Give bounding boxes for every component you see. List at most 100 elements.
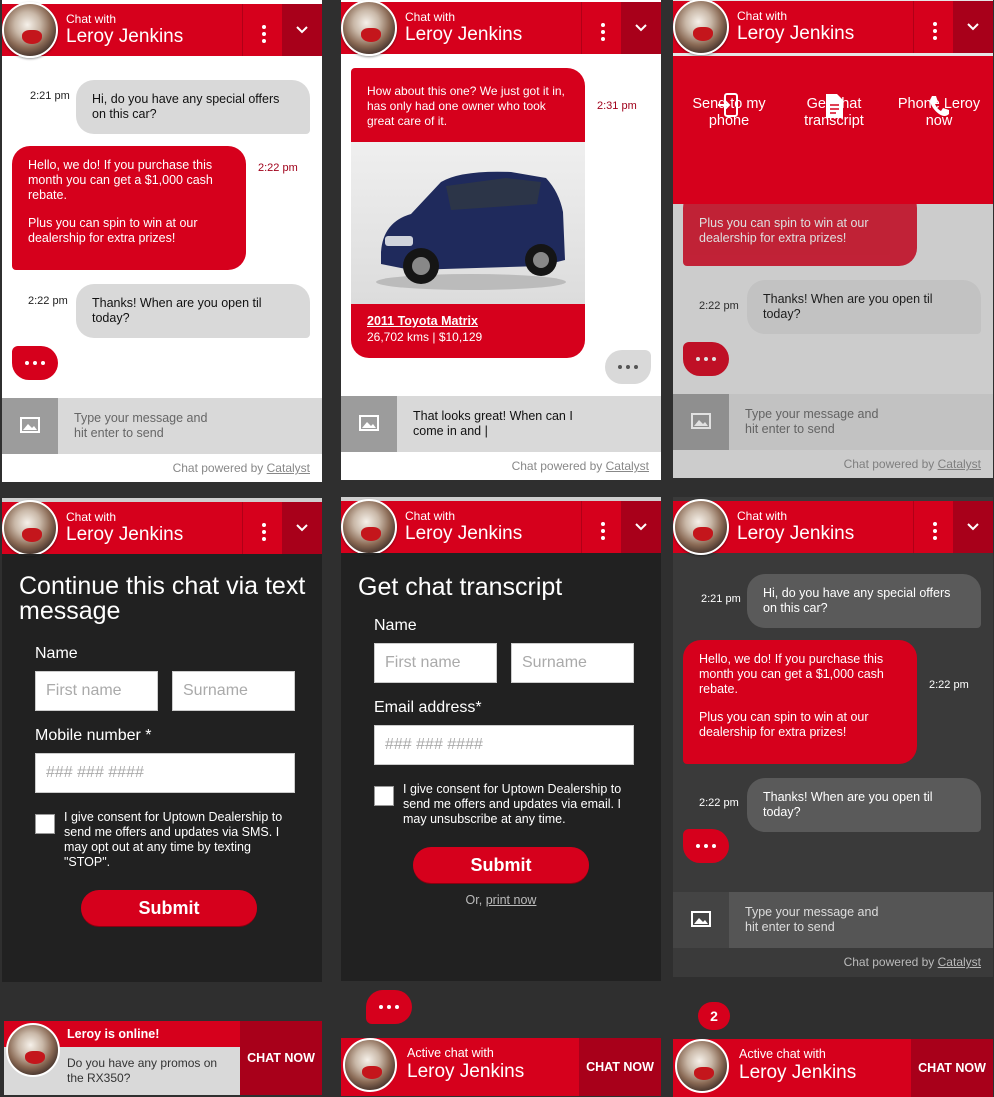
agent-name: Leroy Jenkins xyxy=(405,523,523,544)
agent-name: Leroy Jenkins xyxy=(737,523,855,544)
chat-header: Chat with Leroy Jenkins xyxy=(341,0,661,56)
input-placeholder: Type your message and hit enter to send xyxy=(745,905,879,934)
online-message: Do you have any promos on the RX350? xyxy=(67,1056,218,1085)
avatar xyxy=(341,0,397,56)
powered-by: Chat powered by Catalyst xyxy=(843,955,981,969)
avatar xyxy=(673,499,729,555)
minimize-button[interactable] xyxy=(953,501,993,553)
mobile-input[interactable]: ### ### #### xyxy=(35,753,295,793)
agent-name: Leroy Jenkins xyxy=(405,24,523,45)
minimize-button[interactable] xyxy=(621,501,661,553)
transcript-form-panel: Chat with Leroy Jenkins Get chat transcr… xyxy=(341,497,661,981)
powered-by: Chat powered by Catalyst xyxy=(511,459,649,473)
document-icon xyxy=(826,94,843,118)
message-time: 2:22 pm xyxy=(28,295,68,307)
catalyst-link[interactable]: Catalyst xyxy=(267,461,310,475)
chat-with-label: Chat with xyxy=(737,509,788,523)
attach-image-button[interactable] xyxy=(673,892,729,948)
email-input[interactable]: ### ### #### xyxy=(374,725,634,765)
chat-header: Chat with Leroy Jenkins xyxy=(341,497,661,555)
online-bar[interactable]: CHAT NOW Leroy is online! Do you have an… xyxy=(4,1021,322,1095)
agent-message: Hello, we do! If you purchase this month… xyxy=(12,146,246,270)
minimize-button[interactable] xyxy=(621,2,661,54)
chevron-down-icon xyxy=(635,523,647,531)
message-time: 2:21 pm xyxy=(30,90,70,102)
typing-indicator xyxy=(366,990,412,1024)
agent-name: Leroy Jenkins xyxy=(737,23,855,44)
sms-form-panel: Chat with Leroy Jenkins Continue this ch… xyxy=(2,498,322,982)
name-label: Name xyxy=(35,645,78,662)
chevron-down-icon xyxy=(967,23,979,31)
print-now-link[interactable]: print now xyxy=(486,893,537,907)
consent-checkbox[interactable] xyxy=(35,814,55,834)
avatar xyxy=(675,1039,729,1093)
chat-with-label: Chat with xyxy=(405,509,456,523)
more-options-button[interactable] xyxy=(242,4,282,56)
catalyst-link[interactable]: Catalyst xyxy=(606,459,649,473)
message-input[interactable]: Type your message and hit enter to send xyxy=(673,892,993,948)
minimize-button[interactable] xyxy=(953,1,993,53)
submit-button[interactable]: Submit xyxy=(413,847,589,883)
form-overlay: Continue this chat via text message Name… xyxy=(2,554,322,982)
chevron-down-icon xyxy=(296,26,308,34)
send-to-phone-button[interactable]: Send to my phone xyxy=(679,93,779,130)
unread-badge: 2 xyxy=(698,1002,730,1030)
first-name-input[interactable]: First name xyxy=(374,643,497,683)
minimize-button[interactable] xyxy=(282,4,322,56)
surname-input[interactable]: Surname xyxy=(172,671,295,711)
avatar xyxy=(6,1023,60,1077)
more-options-button[interactable] xyxy=(581,2,621,54)
message-input[interactable]: Type your message and hit enter to send xyxy=(2,398,322,454)
submit-button[interactable]: Submit xyxy=(81,890,257,926)
message-time: 2:22 pm xyxy=(258,162,298,174)
chevron-down-icon xyxy=(967,523,979,531)
message-input[interactable]: That looks great! When can I come in and… xyxy=(341,396,661,452)
avatar xyxy=(343,1038,397,1092)
agent-name: Leroy Jenkins xyxy=(407,1061,525,1082)
car-details: 26,702 kms | $10,129 xyxy=(367,330,483,344)
chat-now-button[interactable]: CHAT NOW xyxy=(240,1021,322,1095)
chat-header: Chat with Leroy Jenkins xyxy=(673,497,993,555)
more-options-button[interactable] xyxy=(242,502,282,554)
active-label: Active chat with xyxy=(407,1046,494,1060)
user-message: Thanks! When are you open til today? xyxy=(747,778,981,832)
avatar xyxy=(2,2,58,58)
car-card[interactable]: How about this one? We just got it in, h… xyxy=(351,68,585,358)
attach-image-button[interactable] xyxy=(2,398,58,454)
more-options-button[interactable] xyxy=(913,1,953,53)
consent-checkbox[interactable] xyxy=(374,786,394,806)
image-icon xyxy=(359,415,379,431)
chevron-down-icon xyxy=(635,24,647,32)
typing-indicator xyxy=(683,829,729,863)
active-chat-bar[interactable]: CHAT NOW Active chat with Leroy Jenkins xyxy=(673,1039,993,1097)
chat-header: Chat with Leroy Jenkins xyxy=(2,0,322,58)
form-title: Continue this chat via text message xyxy=(19,572,306,625)
agent-name: Leroy Jenkins xyxy=(66,26,184,47)
input-placeholder: Type your message and hit enter to send xyxy=(74,411,208,440)
phone-send-icon xyxy=(718,93,738,117)
car-title-link[interactable]: 2011 Toyota Matrix xyxy=(367,314,478,328)
agent-message: Hello, we do! If you purchase this month… xyxy=(683,640,917,764)
dim-overlay xyxy=(673,204,993,478)
more-options-button[interactable] xyxy=(581,501,621,553)
typing-indicator xyxy=(605,350,651,384)
consent-text: I give consent for Uptown Dealership to … xyxy=(64,810,283,869)
phone-agent-button[interactable]: Phone Leroy now xyxy=(889,96,989,130)
chat-header: Chat with Leroy Jenkins xyxy=(2,498,322,556)
get-transcript-button[interactable]: Get chat transcript xyxy=(784,94,884,130)
attach-image-button[interactable] xyxy=(341,396,397,452)
active-chat-bar[interactable]: CHAT NOW Active chat with Leroy Jenkins xyxy=(341,1038,661,1096)
chat-now-button[interactable]: CHAT NOW xyxy=(579,1038,661,1096)
surname-input[interactable]: Surname xyxy=(511,643,634,683)
chat-with-label: Chat with xyxy=(405,10,456,24)
minimize-button[interactable] xyxy=(282,502,322,554)
more-options-button[interactable] xyxy=(913,501,953,553)
first-name-input[interactable]: First name xyxy=(35,671,158,711)
agent-name: Leroy Jenkins xyxy=(66,524,184,545)
user-message: Hi, do you have any special offers on th… xyxy=(747,574,981,628)
chat-with-label: Chat with xyxy=(737,9,788,23)
chat-now-button[interactable]: CHAT NOW xyxy=(911,1039,993,1097)
chat-panel-menu: Chat with Leroy Jenkins Plus you can spi… xyxy=(673,0,993,478)
powered-by: Chat powered by Catalyst xyxy=(172,461,310,475)
catalyst-link[interactable]: Catalyst xyxy=(938,955,981,969)
